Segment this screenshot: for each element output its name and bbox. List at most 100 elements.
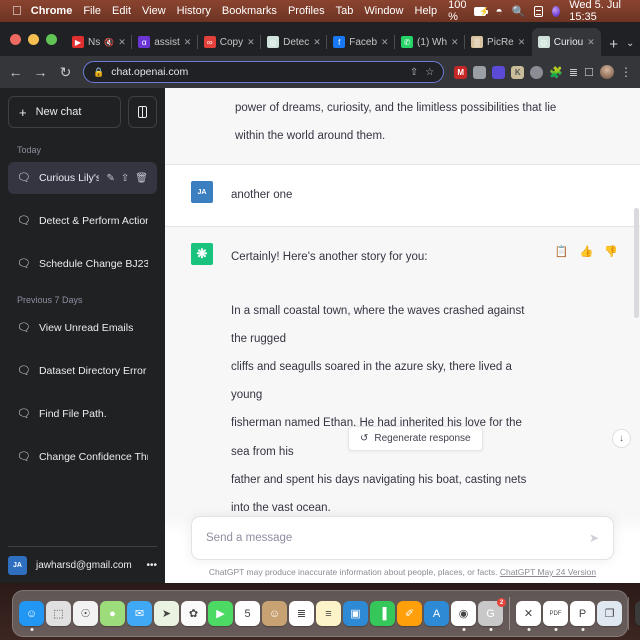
dock-icon-finder[interactable]: ☺ [19, 601, 44, 631]
account-menu-icon[interactable]: ••• [146, 560, 157, 571]
page-scrollbar[interactable] [634, 208, 639, 318]
new-chat-button[interactable]: + New chat [8, 96, 121, 128]
browser-tab-4[interactable]: f Faceb ✕ [326, 28, 395, 56]
browser-tab-0[interactable]: ▶ Ns 🔇 ✕ [66, 28, 132, 56]
dock-icon-podcasts[interactable]: ● [100, 601, 125, 626]
puzzle-icon[interactable]: 🧩 [549, 66, 563, 79]
browser-tab-6[interactable]: ▒ PicRe ✕ [464, 28, 532, 56]
tab-close-icon[interactable]: ✕ [313, 37, 322, 48]
sidebar-item-1-3[interactable]: 🗨 Change Confidence Threshol [8, 441, 157, 473]
sidebar-item-1-2[interactable]: 🗨 Find File Path. [8, 398, 157, 430]
browser-tab-5[interactable]: ✆ (1) Wh ✕ [394, 28, 465, 56]
menu-item-view[interactable]: View [142, 5, 166, 17]
sidebar-collapse-button[interactable] [128, 96, 157, 128]
extension-circle-icon[interactable] [530, 65, 544, 79]
extension-lastpass-icon[interactable] [492, 65, 506, 79]
reload-button[interactable]: ↻ [58, 64, 73, 81]
dock-icon-contacts[interactable]: ☺ [262, 601, 287, 626]
siri-icon[interactable] [552, 5, 561, 17]
message-input[interactable] [206, 532, 581, 544]
menu-item-help[interactable]: Help [415, 5, 438, 17]
message-composer[interactable]: ➤ [191, 516, 614, 560]
menubar-clock[interactable]: Wed 5. Jul 15:35 [569, 0, 630, 23]
copy-icon[interactable]: 📋 [555, 245, 569, 523]
dock-icon-vs-code[interactable]: ✕ [516, 601, 541, 631]
tab-close-icon[interactable]: ✕ [518, 37, 527, 48]
back-button[interactable]: ← [8, 64, 23, 80]
minimize-window-button[interactable] [28, 33, 39, 45]
wifi-icon[interactable]: ◓ [495, 4, 502, 18]
side-panel-icon[interactable]: ☐ [584, 66, 594, 79]
chrome-menu-kebab-icon[interactable]: ⋮ [620, 65, 632, 79]
profile-avatar[interactable] [600, 65, 614, 79]
conversation-list[interactable]: Today 🗨 Curious Lily's Enchan ✎ ⇧ 🗑 🗨 Detect & … [8, 141, 157, 546]
sidebar-item-1-0[interactable]: 🗨 View Unread Emails [8, 312, 157, 344]
thumbs-up-icon[interactable]: 👍 [580, 245, 594, 523]
share-icon[interactable]: ⇧ [410, 67, 418, 78]
tab-close-icon[interactable]: ✕ [247, 37, 256, 48]
menu-item-profiles[interactable]: Profiles [288, 5, 325, 17]
bookmark-star-icon[interactable]: ☆ [425, 67, 434, 78]
dock-icon-facetime[interactable]: ▶ [208, 601, 233, 626]
dock-icon-app-store[interactable]: A [424, 601, 449, 626]
tab-close-icon[interactable]: ✕ [451, 37, 460, 48]
trash-icon[interactable]: 🗑 [135, 173, 148, 184]
dock-icon-preview[interactable]: ❐ [597, 601, 622, 626]
dock-icon-photos[interactable]: ✿ [181, 601, 206, 626]
search-icon[interactable]: 🔍 [512, 5, 526, 18]
browser-tab-3[interactable]: ◎ Detec ✕ [260, 28, 327, 56]
battery-status[interactable]: 100 % ⚡ [448, 0, 490, 23]
menu-item-window[interactable]: Window [364, 5, 403, 17]
maximize-window-button[interactable] [46, 33, 57, 45]
account-row[interactable]: JA jawharsd@gmail.com ••• [8, 546, 157, 575]
dock-icon-grammarly[interactable]: G2 [478, 598, 506, 631]
sidebar-item-0-0[interactable]: 🗨 Curious Lily's Enchan ✎ ⇧ 🗑 [8, 162, 157, 194]
dock-icon-safari[interactable]: ☉ [73, 601, 98, 626]
dock-icon-launchpad[interactable]: ⬚ [46, 601, 71, 626]
tab-close-icon[interactable]: ✕ [587, 37, 596, 48]
dock-icon-reminders[interactable]: ≣ [289, 601, 314, 626]
scroll-to-bottom-button[interactable]: ↓ [612, 429, 631, 448]
menu-item-file[interactable]: File [83, 5, 101, 17]
reading-list-icon[interactable]: ≣ [569, 66, 578, 79]
extension-k-icon[interactable]: K [511, 65, 525, 79]
menu-item-history[interactable]: History [177, 5, 211, 17]
apple-logo-icon[interactable]:  [12, 4, 22, 17]
dock-icon-numbers[interactable]: ▐ [370, 601, 395, 626]
forward-button[interactable]: → [33, 64, 48, 80]
dock-icon-downloads-stack[interactable]: ▤ [635, 601, 640, 626]
sidebar-item-1-1[interactable]: 🗨 Dataset Directory Error [8, 355, 157, 387]
control-center-icon[interactable] [534, 5, 544, 17]
menu-item-tab[interactable]: Tab [336, 5, 354, 17]
tab-close-icon[interactable]: ✕ [118, 37, 127, 48]
send-icon[interactable]: ➤ [589, 531, 599, 545]
edit-icon[interactable]: ✎ [107, 173, 115, 184]
dock-icon-keynote[interactable]: ▣ [343, 601, 368, 626]
menu-item-bookmarks[interactable]: Bookmarks [222, 5, 277, 17]
new-tab-button[interactable]: + [601, 37, 626, 56]
sidebar-item-0-2[interactable]: 🗨 Schedule Change BJ232 TUN- [8, 248, 157, 280]
dock-icon-powerpoint[interactable]: P [570, 601, 595, 631]
dock-icon-pages[interactable]: ✐ [397, 601, 422, 626]
tab-mute-icon[interactable]: 🔇 [104, 38, 114, 47]
dock-icon-notes[interactable]: ≡ [316, 601, 341, 626]
thumbs-down-icon[interactable]: 👎 [604, 245, 618, 523]
tab-close-icon[interactable]: ✕ [184, 37, 193, 48]
dock-icon-mail[interactable]: ✉ [127, 601, 152, 626]
tab-close-icon[interactable]: ✕ [381, 37, 390, 48]
dock-icon-maps[interactable]: ➤ [154, 601, 179, 626]
sidebar-item-0-1[interactable]: 🗨 Detect & Perform Actions. [8, 205, 157, 237]
browser-tab-1[interactable]: α assist ✕ [131, 28, 198, 56]
extension-m-icon[interactable]: M [454, 65, 468, 79]
address-bar[interactable]: 🔒 chat.openai.com ⇧ ☆ [83, 61, 445, 83]
dock-icon-chrome[interactable]: ◉ [451, 601, 476, 631]
extension-gray-icon[interactable] [473, 65, 487, 79]
browser-tab-2[interactable]: ∞ Copy ✕ [196, 28, 261, 56]
browser-tab-7[interactable]: ◎ Curiou ✕ [531, 28, 602, 56]
close-window-button[interactable] [10, 33, 21, 45]
menu-item-edit[interactable]: Edit [112, 5, 131, 17]
regenerate-response-button[interactable]: ↺ Regenerate response [348, 426, 483, 451]
version-link[interactable]: ChatGPT May 24 Version [500, 567, 596, 577]
dock-icon-calendar[interactable]: 5 [235, 601, 260, 626]
menu-item-chrome[interactable]: Chrome [31, 5, 73, 17]
